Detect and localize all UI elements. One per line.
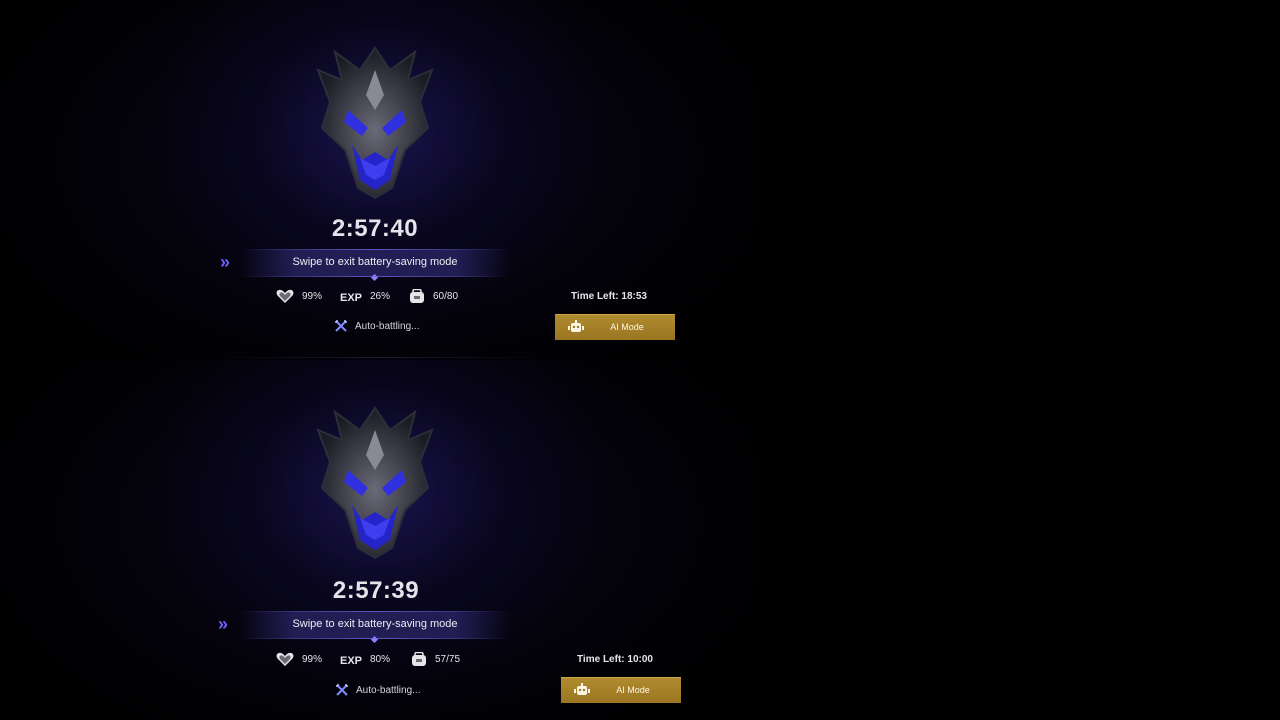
auto-battle-status: Auto-battling... [335,320,419,332]
bag-value: 60/80 [433,291,459,302]
exp-value: 26% [370,291,391,302]
countdown-timer: 2:57:39 [332,577,420,604]
health-value: 99% [302,654,323,665]
exp-icon: EXP [340,655,362,667]
bag-icon [410,289,424,303]
exp-icon: EXP [340,292,362,304]
bag-stat: 57/75 [411,652,460,667]
health-stat: 99% [276,652,322,667]
ai-mode-button[interactable]: AI Mode [555,314,675,340]
health-value: 99% [302,291,323,302]
exp-stat: EXP 26% [340,289,390,304]
dragon-emblem-icon [316,46,434,200]
health-stat: 99% [276,289,322,304]
crossed-swords-icon [336,684,348,696]
bag-icon [412,652,426,666]
svg-text:EXP: EXP [340,655,362,667]
battery-saver-panel-bottom[interactable]: 2:57:39 » Swipe to exit battery-saving m… [0,360,760,720]
heart-icon [276,652,294,666]
battery-saver-panel-top[interactable]: 2:57:40 » Swipe to exit battery-saving m… [0,0,760,360]
battery-saving-screen: 2:57:40 » Swipe to exit battery-saving m… [0,0,1280,720]
exp-value: 80% [370,654,391,665]
bag-value: 57/75 [435,654,461,665]
ai-time-left: Time Left: 10:00 [577,654,653,665]
swipe-to-exit-bar[interactable]: Swipe to exit battery-saving mode [240,249,510,282]
exp-stat: EXP 80% [340,652,390,667]
ai-time-left: Time Left: 18:53 [571,291,647,302]
auto-battle-text: Auto-battling... [355,320,420,332]
bag-stat: 60/80 [409,289,458,304]
crossed-swords-icon [335,320,347,332]
panel-divider [210,357,550,358]
auto-battle-status: Auto-battling... [336,684,420,696]
heart-icon [276,289,294,303]
countdown-timer: 2:57:40 [331,215,419,242]
double-chevron-icon[interactable]: » [218,614,228,635]
ai-mode-button[interactable]: AI Mode [561,677,681,703]
swipe-instruction: Swipe to exit battery-saving mode [292,618,458,630]
ai-mode-label: AI Mode [616,685,650,695]
swipe-to-exit-bar[interactable]: Swipe to exit battery-saving mode [240,611,510,644]
double-chevron-icon[interactable]: » [220,252,230,273]
ai-mode-label: AI Mode [610,322,644,332]
svg-text:EXP: EXP [340,292,362,304]
auto-battle-text: Auto-battling... [356,684,421,696]
swipe-instruction: Swipe to exit battery-saving mode [292,256,458,268]
dragon-emblem-icon [316,406,434,560]
